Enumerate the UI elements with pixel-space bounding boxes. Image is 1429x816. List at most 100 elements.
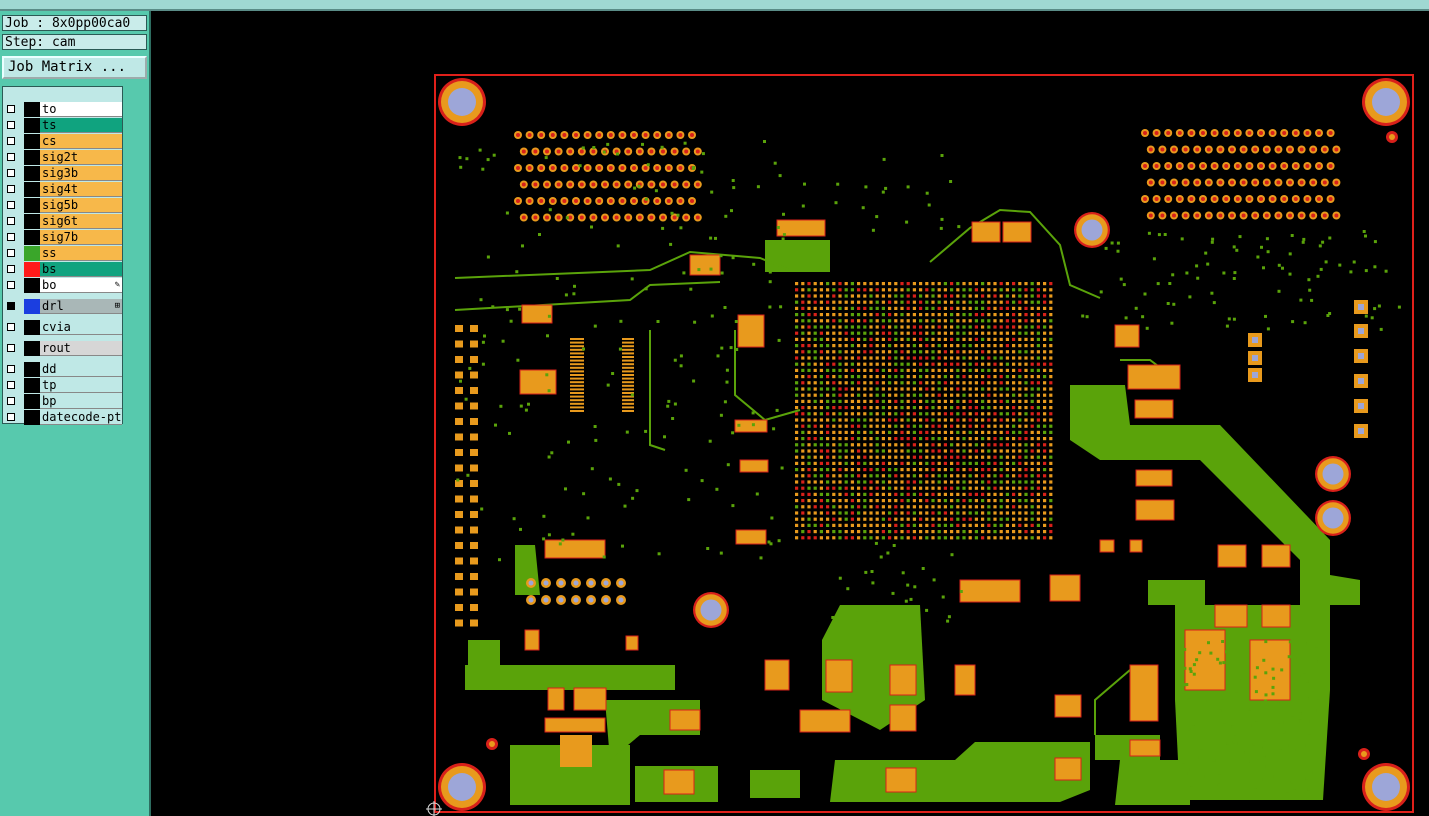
via-dot [593, 425, 597, 428]
connector-pad [470, 495, 478, 503]
bga-ball [900, 350, 904, 354]
bga-ball [981, 449, 985, 453]
bga-ball [795, 517, 799, 521]
via-dot [1262, 741, 1266, 745]
bga-ball [813, 424, 817, 428]
bga-ball [956, 505, 960, 509]
via-dot [1220, 696, 1224, 700]
via-dot [1308, 288, 1312, 292]
bga-ball [1030, 530, 1034, 534]
bga-ball [844, 350, 848, 354]
bga-ball [844, 437, 848, 441]
bga-ball [869, 288, 873, 292]
bga-ball [962, 344, 966, 348]
bga-ball [1018, 492, 1022, 496]
memory-pad [579, 182, 584, 187]
copper-pour [1148, 580, 1205, 605]
bga-ball [981, 300, 985, 304]
bga-ball [888, 399, 892, 403]
bga-ball [894, 492, 898, 496]
bga-ball [1036, 375, 1040, 379]
bga-ball [943, 437, 947, 441]
bga-ball [937, 480, 941, 484]
bga-ball [950, 350, 954, 354]
bga-ball [881, 399, 885, 403]
bga-ball [943, 375, 947, 379]
bga-ball [795, 381, 799, 385]
bga-ball [807, 486, 811, 490]
memory-pad [1288, 213, 1292, 218]
bga-ball [1043, 337, 1047, 341]
via-dot [1324, 260, 1328, 264]
bga-ball [850, 517, 854, 521]
via-dot [710, 190, 714, 194]
ic-pin [570, 345, 584, 348]
memory-pad [1282, 197, 1287, 201]
bga-ball [857, 350, 861, 354]
bga-ball [1024, 294, 1028, 298]
bga-ball [968, 387, 972, 391]
via-dot [590, 225, 593, 229]
bga-ball [906, 282, 910, 286]
bga-ball [819, 486, 823, 490]
bga-ball [844, 530, 848, 534]
bga-ball [931, 300, 935, 304]
bga-ball [1024, 387, 1028, 391]
bga-ball [1012, 356, 1016, 360]
bga-ball [919, 288, 923, 292]
bga-ball [1024, 530, 1028, 534]
bga-ball [801, 412, 805, 416]
bga-ball [1005, 381, 1009, 385]
bga-ball [987, 337, 991, 341]
bga-ball [863, 368, 867, 372]
via-hole [588, 597, 594, 603]
via-dot [959, 590, 963, 593]
bga-ball [1030, 499, 1034, 503]
bga-ball [943, 331, 947, 335]
bga-ball [869, 393, 873, 397]
bga-ball [826, 306, 830, 310]
bga-ball [1043, 294, 1047, 298]
bga-ball [962, 461, 966, 465]
via-dot [1218, 661, 1222, 665]
bga-ball [826, 443, 830, 447]
via-dot [621, 544, 624, 548]
bga-ball [844, 511, 848, 515]
via-dot [1319, 267, 1323, 271]
via-dot [524, 408, 528, 412]
bga-ball [956, 449, 960, 453]
smd-component [735, 529, 767, 545]
via-dot [881, 190, 885, 194]
via-dot [1220, 739, 1224, 743]
bga-ball [850, 282, 854, 286]
memory-pad [556, 215, 561, 220]
bga-ball [900, 523, 904, 527]
memory-pad [1253, 213, 1258, 218]
bga-ball [974, 505, 978, 509]
via-dot [1200, 749, 1204, 753]
bga-ball [838, 294, 842, 298]
bga-ball [881, 356, 885, 360]
bga-ball [968, 350, 972, 354]
copper-pour [468, 640, 500, 665]
bga-ball [832, 387, 836, 391]
via-dot [892, 544, 896, 547]
bga-ball [888, 331, 892, 335]
via-dot [480, 507, 484, 511]
via-dot [550, 451, 554, 455]
bga-ball [974, 319, 978, 323]
via-dot [1298, 712, 1302, 716]
memory-pad [1154, 131, 1159, 135]
via-dot [547, 314, 551, 318]
bga-ball [894, 294, 898, 298]
bga-ball [881, 282, 885, 286]
connector-pad [455, 526, 463, 534]
pcb-board-view[interactable] [0, 0, 1429, 816]
bga-ball [919, 300, 923, 304]
mounting-hole-drill [1081, 219, 1103, 241]
via-dot [1264, 699, 1267, 703]
bga-ball [968, 523, 972, 527]
bga-ball [826, 399, 830, 403]
memory-pad [550, 166, 555, 170]
bga-ball [906, 381, 910, 385]
